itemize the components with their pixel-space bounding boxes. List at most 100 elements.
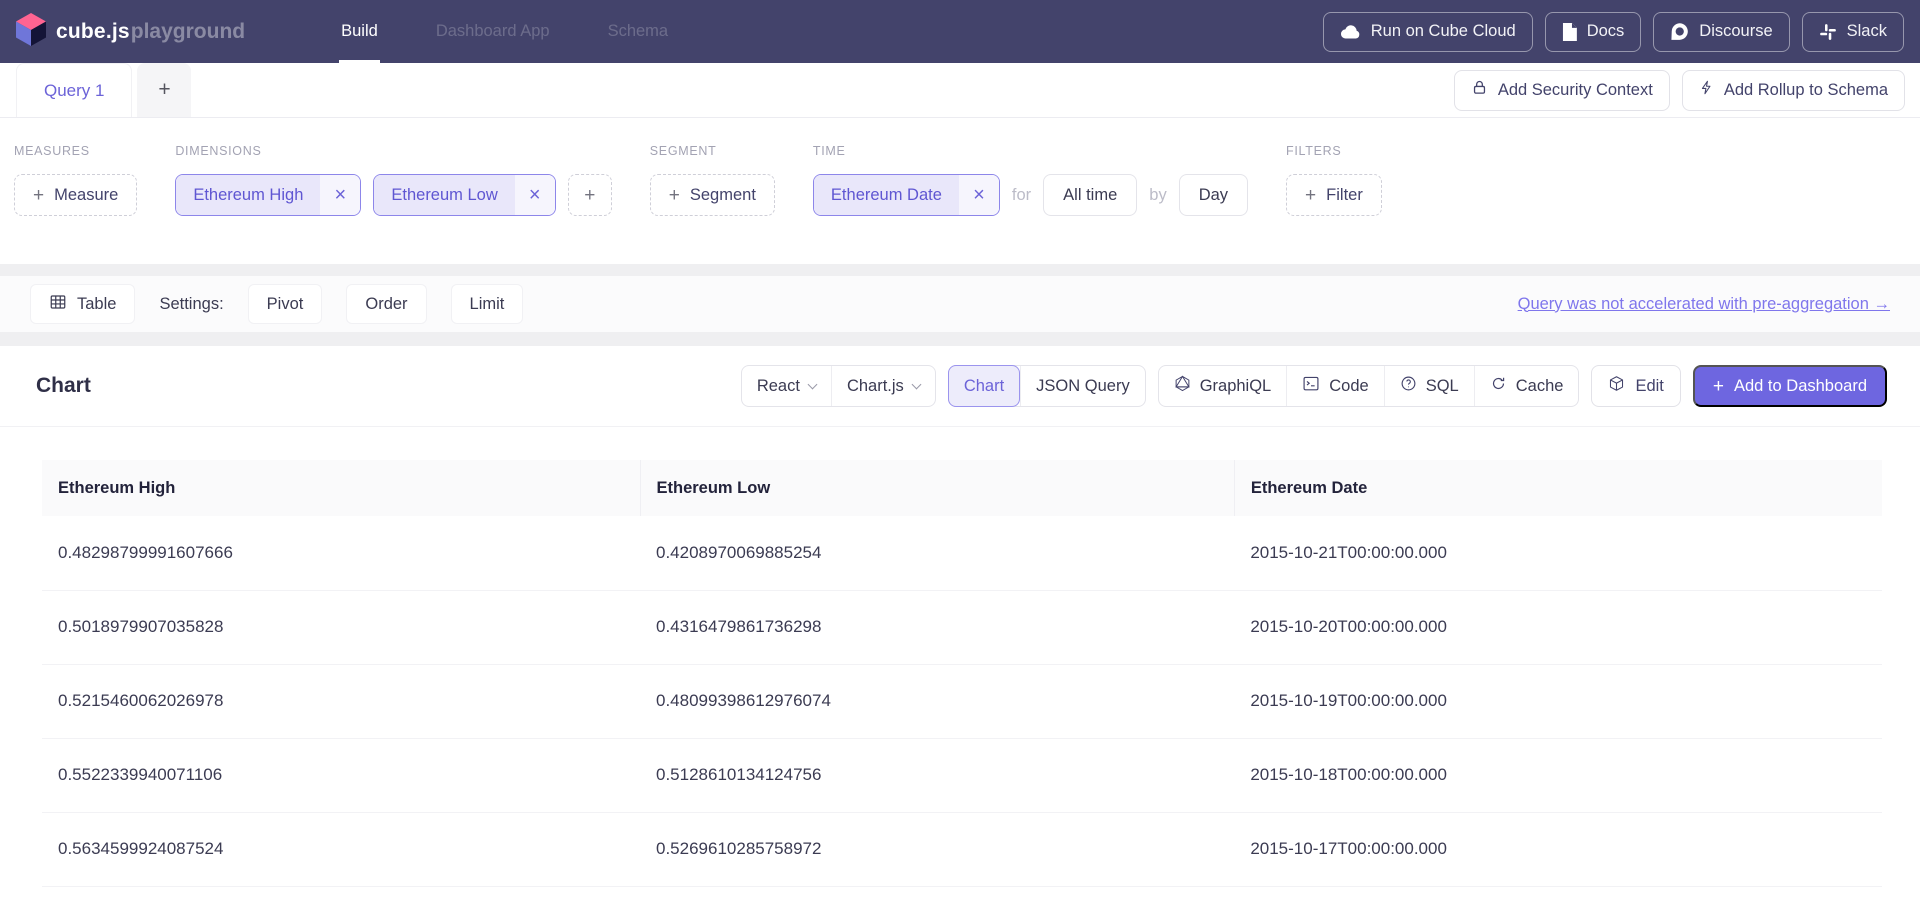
segment-group: SEGMENT + Segment	[650, 144, 775, 216]
cell-ethereum-date: 2015-10-21T00:00:00.000	[1234, 516, 1882, 590]
limit-button[interactable]: Limit	[451, 284, 524, 324]
remove-icon[interactable]: ×	[320, 175, 360, 215]
view-tab-json-query[interactable]: JSON Query	[1020, 366, 1145, 406]
column-header-ethereum-date[interactable]: Ethereum Date	[1234, 460, 1882, 516]
chart-header: Chart React Chart.js Chart	[0, 346, 1920, 427]
view-tab-chart[interactable]: Chart	[948, 365, 1020, 407]
chart-title: Chart	[36, 374, 91, 398]
framework-library-selects: React Chart.js	[741, 365, 936, 407]
docs-button[interactable]: Docs	[1545, 12, 1642, 52]
cell-ethereum-high: 0.5634599924087524	[42, 812, 640, 886]
filters-group: FILTERS + Filter	[1286, 144, 1382, 216]
chart-toolbar: React Chart.js Chart JSON Query	[741, 365, 1887, 407]
code-button[interactable]: Code	[1286, 366, 1383, 406]
plus-icon: +	[158, 78, 170, 102]
cell-ethereum-low: 0.4208970069885254	[640, 516, 1234, 590]
cell-ethereum-high: 0.5522339940071106	[42, 738, 640, 812]
preaggregation-link[interactable]: Query was not accelerated with pre-aggre…	[1518, 295, 1890, 314]
graphiql-button[interactable]: GraphiQL	[1159, 366, 1287, 406]
cell-ethereum-date: 2015-10-18T00:00:00.000	[1234, 738, 1882, 812]
add-segment-button[interactable]: + Segment	[650, 174, 775, 216]
table-row: 0.48298799991607666 0.4208970069885254 2…	[42, 516, 1882, 590]
measures-group: MEASURES + Measure	[14, 144, 137, 216]
order-button[interactable]: Order	[346, 284, 426, 324]
column-header-ethereum-low[interactable]: Ethereum Low	[640, 460, 1234, 516]
remove-icon[interactable]: ×	[959, 175, 999, 215]
table-row: 0.5522339940071106 0.5128610134124756 20…	[42, 738, 1882, 812]
add-query-tab-button[interactable]: +	[137, 63, 191, 117]
table-header-row: Ethereum High Ethereum Low Ethereum Date	[42, 460, 1882, 516]
cell-ethereum-date: 2015-10-19T00:00:00.000	[1234, 664, 1882, 738]
measures-label: MEASURES	[14, 144, 137, 158]
cell-ethereum-low: 0.5269610285758972	[640, 812, 1234, 886]
granularity-select[interactable]: Day	[1179, 174, 1248, 216]
brand-suffix: playground	[131, 20, 245, 43]
dimension-chips: Ethereum High × Ethereum Low ×	[175, 174, 555, 216]
cell-ethereum-date: 2015-10-17T00:00:00.000	[1234, 812, 1882, 886]
discourse-button[interactable]: Discourse	[1653, 12, 1789, 52]
edit-button[interactable]: Edit	[1591, 365, 1680, 407]
cell-ethereum-low: 0.4316479861736298	[640, 590, 1234, 664]
library-select[interactable]: Chart.js	[831, 366, 935, 406]
add-rollup-to-schema-button[interactable]: Add Rollup to Schema	[1682, 70, 1905, 111]
cubejs-playground-app: cube.jsplayground Build Dashboard App Sc…	[0, 0, 1920, 899]
query-builder: MEASURES + Measure DIMENSIONS Ethereum H…	[0, 118, 1920, 264]
plus-icon: +	[584, 186, 595, 205]
dimensions-label: DIMENSIONS	[175, 144, 611, 158]
chevron-down-icon	[808, 379, 818, 389]
time-label: TIME	[813, 144, 1248, 158]
add-filter-button[interactable]: + Filter	[1286, 174, 1382, 216]
time-dimension-chip[interactable]: Ethereum Date ×	[813, 174, 1000, 216]
cell-ethereum-low: 0.5128610134124756	[640, 738, 1234, 812]
refresh-icon	[1490, 375, 1507, 397]
table-type-button[interactable]: Table	[30, 284, 135, 324]
by-label: by	[1149, 186, 1166, 205]
framework-select[interactable]: React	[742, 366, 831, 406]
add-security-context-button[interactable]: Add Security Context	[1454, 70, 1670, 111]
nav-tab-build[interactable]: Build	[341, 0, 378, 63]
add-to-dashboard-button[interactable]: + Add to Dashboard	[1693, 365, 1887, 407]
chart-card: Chart React Chart.js Chart	[0, 346, 1920, 899]
add-dimension-button[interactable]: +	[568, 174, 612, 216]
top-navbar: cube.jsplayground Build Dashboard App Sc…	[0, 0, 1920, 63]
cube-box-icon	[1608, 375, 1625, 397]
navbar-actions: Run on Cube Cloud Docs Discourse Slack	[1323, 12, 1904, 52]
cache-button[interactable]: Cache	[1474, 366, 1579, 406]
cell-ethereum-high: 0.5018979907035828	[42, 590, 640, 664]
table-row: 0.5215460062026978 0.48099398612976074 2…	[42, 664, 1882, 738]
sql-button[interactable]: SQL	[1384, 366, 1474, 406]
pivot-button[interactable]: Pivot	[248, 284, 323, 324]
plus-icon: +	[669, 186, 680, 205]
question-icon	[1400, 375, 1417, 397]
segment-label: SEGMENT	[650, 144, 775, 158]
slack-button[interactable]: Slack	[1802, 12, 1904, 52]
plus-icon: +	[1713, 377, 1724, 396]
lock-icon	[1471, 79, 1488, 101]
cell-ethereum-low: 0.48099398612976074	[640, 664, 1234, 738]
settings-label: Settings:	[159, 295, 223, 314]
date-range-select[interactable]: All time	[1043, 174, 1137, 216]
brand-name: cube.js	[56, 20, 130, 43]
nav-tab-schema[interactable]: Schema	[608, 0, 669, 63]
nav-tab-dashboard-app[interactable]: Dashboard App	[436, 0, 550, 63]
table-grid-icon	[49, 293, 67, 316]
cell-ethereum-high: 0.5215460062026978	[42, 664, 640, 738]
chevron-down-icon	[911, 379, 921, 389]
run-on-cube-cloud-button[interactable]: Run on Cube Cloud	[1323, 12, 1533, 52]
discourse-icon	[1670, 22, 1689, 41]
dimension-chip[interactable]: Ethereum High ×	[175, 174, 361, 216]
dimension-chip[interactable]: Ethereum Low ×	[373, 174, 555, 216]
query-tab-1[interactable]: Query 1	[16, 63, 132, 117]
query-tab-actions: Add Security Context Add Rollup to Schem…	[1454, 63, 1920, 117]
column-header-ethereum-high[interactable]: Ethereum High	[42, 460, 640, 516]
add-measure-button[interactable]: + Measure	[14, 174, 137, 216]
remove-icon[interactable]: ×	[515, 175, 555, 215]
terminal-icon	[1302, 376, 1320, 397]
time-group: TIME Ethereum Date × for All time by Day	[813, 144, 1248, 216]
bolt-icon	[1699, 79, 1714, 101]
plus-icon: +	[1305, 186, 1316, 205]
table-row: 0.5634599924087524 0.5269610285758972 20…	[42, 812, 1882, 886]
result-table: Ethereum High Ethereum Low Ethereum Date…	[42, 460, 1882, 887]
graphql-icon	[1174, 375, 1191, 397]
logo[interactable]: cube.jsplayground	[16, 13, 245, 51]
